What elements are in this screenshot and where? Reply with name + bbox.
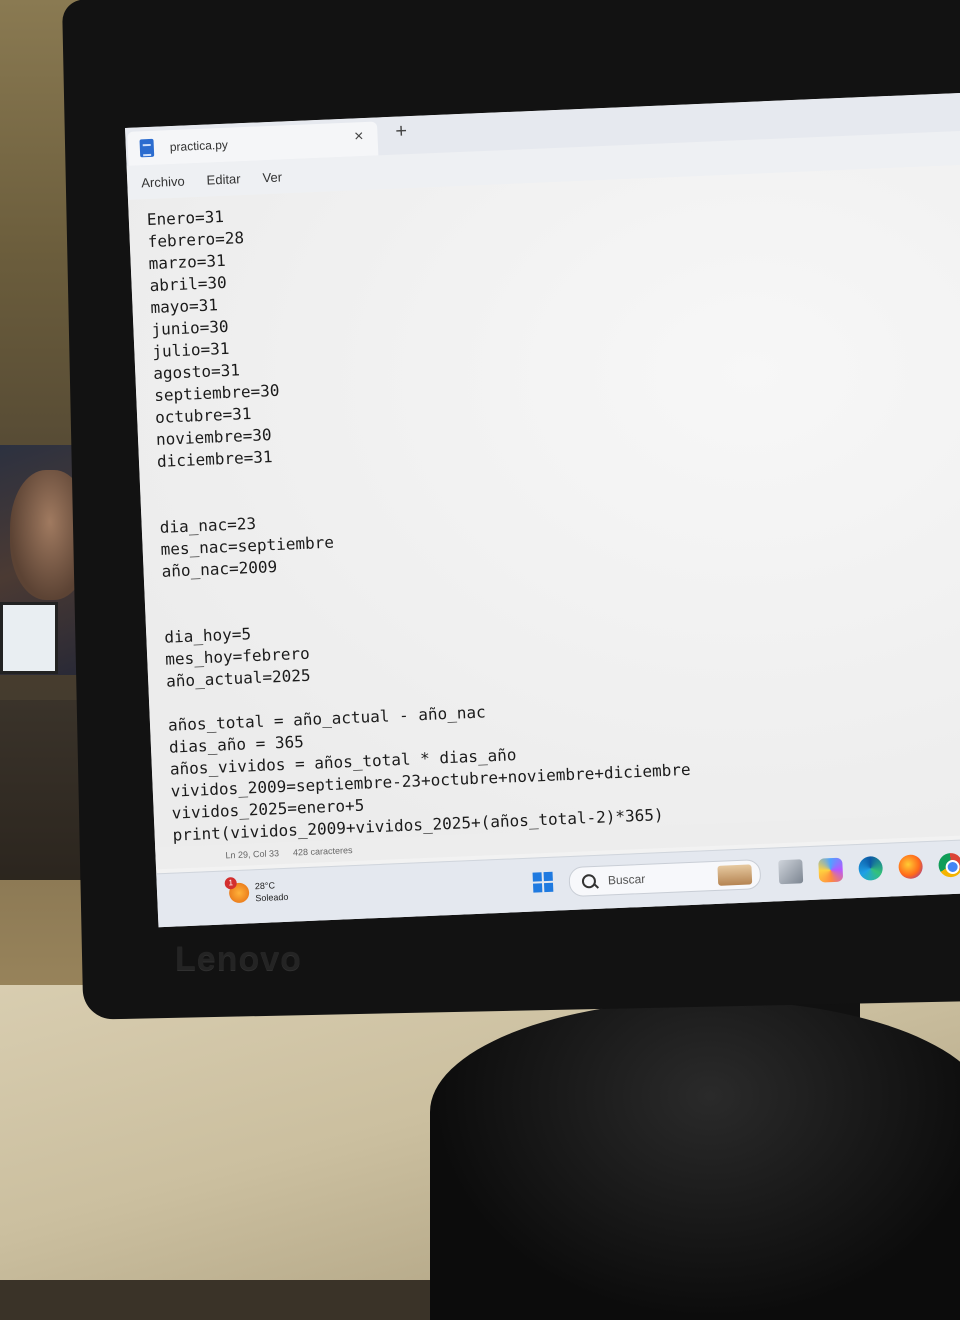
menu-ver[interactable]: Ver: [262, 169, 282, 185]
copilot-icon[interactable]: [818, 857, 844, 883]
search-highlight-icon: [717, 864, 753, 886]
taskbar-search[interactable]: Buscar: [568, 859, 762, 898]
windows-start-icon[interactable]: [532, 871, 554, 893]
notepad-file-icon: [139, 138, 155, 158]
edge-icon[interactable]: [858, 855, 884, 881]
background-monitor: [0, 602, 58, 674]
weather-description: Soleado: [255, 891, 289, 904]
monitor-stand-base: [430, 1000, 960, 1320]
weather-widget[interactable]: 1 28°C Soleado: [224, 876, 289, 905]
search-placeholder: Buscar: [607, 871, 646, 888]
character-count: 428 caracteres: [292, 845, 353, 858]
search-icon: [581, 873, 597, 889]
menu-archivo[interactable]: Archivo: [141, 173, 185, 190]
new-tab-icon[interactable]: +: [395, 120, 408, 143]
task-view-icon[interactable]: [778, 859, 804, 885]
notification-badge: 1: [224, 876, 237, 890]
cursor-position: Ln 29, Col 33: [225, 848, 280, 861]
weather-temperature: 28°C: [254, 880, 276, 892]
close-tab-icon[interactable]: ×: [354, 128, 364, 146]
tab-title: practica.py: [169, 137, 229, 155]
monitor-screen: practica.py × + Archivo Editar Ver Enero…: [125, 91, 960, 928]
menu-editar[interactable]: Editar: [206, 171, 241, 187]
text-editor[interactable]: Enero=31 febrero=28 marzo=31 abril=30 ma…: [128, 163, 960, 860]
monitor-brand-logo: Lenovo: [175, 940, 302, 978]
sun-weather-icon: 1: [224, 876, 250, 904]
chrome-icon[interactable]: [938, 852, 960, 878]
firefox-icon[interactable]: [898, 854, 924, 880]
